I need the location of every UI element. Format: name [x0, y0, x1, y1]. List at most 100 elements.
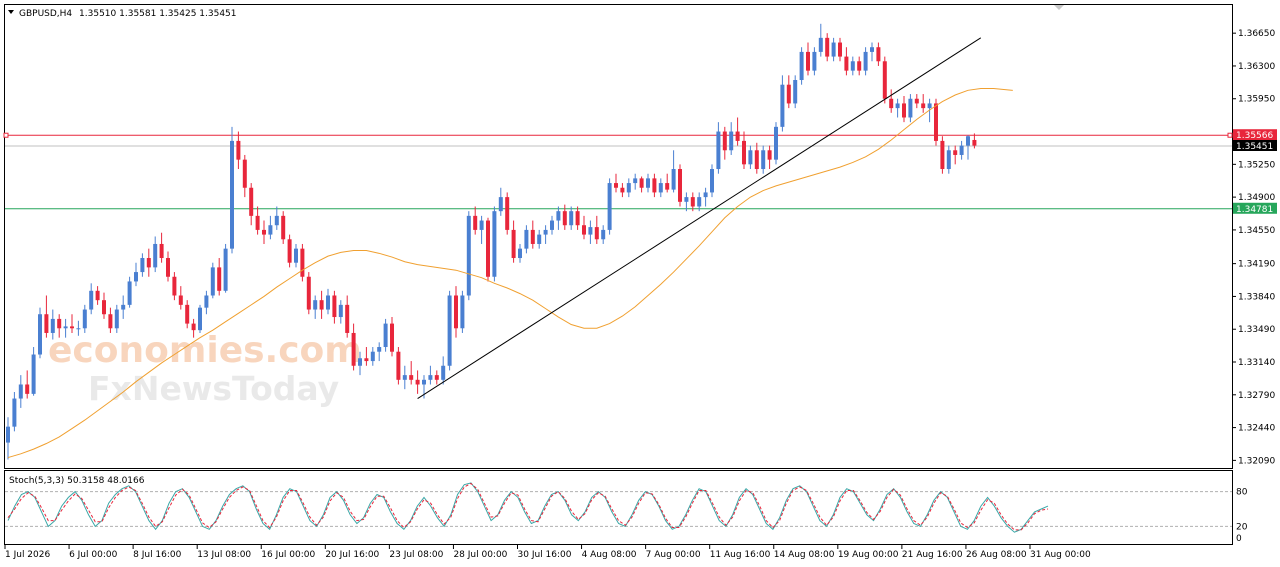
time-tick-label: 14 Aug 08:00 — [774, 550, 835, 560]
price-tick-label: 1.35250 — [1238, 160, 1275, 170]
candle-body — [479, 220, 484, 230]
candle — [486, 217, 490, 282]
candle-body — [940, 140, 945, 170]
candle — [607, 178, 612, 235]
candle — [806, 42, 810, 76]
candle-body — [671, 169, 676, 190]
candle — [434, 370, 439, 385]
candle-body — [50, 318, 55, 333]
candle-body — [582, 225, 586, 235]
candle-body — [831, 42, 836, 57]
candle — [338, 300, 343, 324]
candle — [447, 290, 452, 371]
candle-body — [313, 300, 318, 310]
trendline[interactable] — [417, 37, 982, 399]
svg-text:economies.com: economies.com — [48, 330, 362, 371]
candle-body — [383, 323, 388, 348]
candle — [377, 342, 382, 362]
candle-body — [127, 281, 132, 305]
candle-body — [895, 103, 900, 109]
candle — [857, 56, 862, 76]
stochastic-main-line — [7, 482, 1049, 533]
time-tick-label: 31 Aug 00:00 — [1030, 550, 1091, 560]
candle-body — [844, 56, 849, 71]
candle — [313, 295, 318, 319]
candle-body — [274, 215, 279, 226]
candle-body — [454, 295, 458, 329]
candle — [454, 286, 458, 338]
candle — [889, 89, 894, 113]
current-price-tag: 1.35451 — [1233, 139, 1277, 152]
candle — [761, 145, 766, 174]
candle — [658, 178, 663, 198]
candle-body — [838, 42, 842, 57]
candle-body — [684, 197, 689, 202]
candle — [543, 225, 548, 244]
chart-canvas[interactable]: economies.com FxNewsToday GBPUSD,H4 1.35… — [0, 0, 1280, 567]
candle-body — [166, 258, 170, 277]
candle-body — [236, 140, 241, 160]
resistance-line-right-handle[interactable] — [1227, 132, 1233, 138]
candle — [518, 243, 522, 263]
candle-body — [646, 178, 650, 188]
candle — [460, 290, 465, 333]
candle — [505, 192, 510, 235]
candle-body — [338, 304, 343, 318]
candle — [178, 286, 183, 310]
candle — [908, 94, 913, 123]
candle-body — [294, 248, 298, 263]
candle-body — [140, 258, 145, 273]
stochastic-tick-label: 20 — [1236, 522, 1248, 532]
candle — [582, 215, 586, 240]
candle-body — [870, 47, 874, 52]
candle — [345, 295, 350, 338]
candle-body — [588, 227, 593, 235]
candle-body — [108, 314, 113, 329]
scroll-marker-icon[interactable] — [1054, 5, 1064, 10]
candle — [537, 229, 542, 249]
candle-body — [806, 51, 810, 71]
candle-body — [812, 51, 817, 71]
candle — [300, 243, 305, 282]
candle-body — [95, 290, 100, 301]
resistance-price-label: 1.35566 — [1236, 131, 1273, 141]
candle — [876, 42, 881, 66]
candle-body — [972, 139, 977, 146]
candle — [620, 183, 625, 198]
candle — [6, 417, 10, 460]
candle — [914, 94, 919, 109]
candle-body — [134, 272, 138, 282]
candle-body — [38, 314, 42, 355]
resistance-line-left-handle[interactable] — [3, 132, 9, 138]
candle — [639, 176, 644, 193]
candle — [38, 307, 42, 359]
candle — [396, 347, 401, 385]
candle-body — [633, 178, 638, 184]
candle — [588, 220, 593, 244]
candle — [82, 304, 87, 333]
candle — [652, 173, 657, 198]
candle-body — [473, 215, 478, 230]
candle-body — [326, 295, 330, 310]
candle — [402, 365, 407, 390]
candle-body — [287, 239, 292, 263]
candle-body — [556, 211, 561, 221]
candle — [626, 178, 631, 198]
candle — [12, 391, 17, 432]
candle — [812, 47, 817, 76]
candle — [287, 234, 292, 268]
candle — [710, 164, 714, 198]
candle — [332, 290, 337, 324]
candle-body — [927, 103, 932, 109]
candle — [614, 173, 618, 193]
candle-body — [178, 295, 183, 305]
candle-body — [255, 215, 260, 230]
candle-body — [722, 131, 727, 151]
candle-body — [31, 354, 36, 394]
triangle-down-icon[interactable] — [8, 10, 14, 14]
candle — [882, 56, 887, 104]
candle — [44, 295, 49, 338]
candle-body — [575, 211, 580, 226]
watermark: economies.com FxNewsToday — [48, 330, 362, 408]
candle — [722, 126, 727, 160]
